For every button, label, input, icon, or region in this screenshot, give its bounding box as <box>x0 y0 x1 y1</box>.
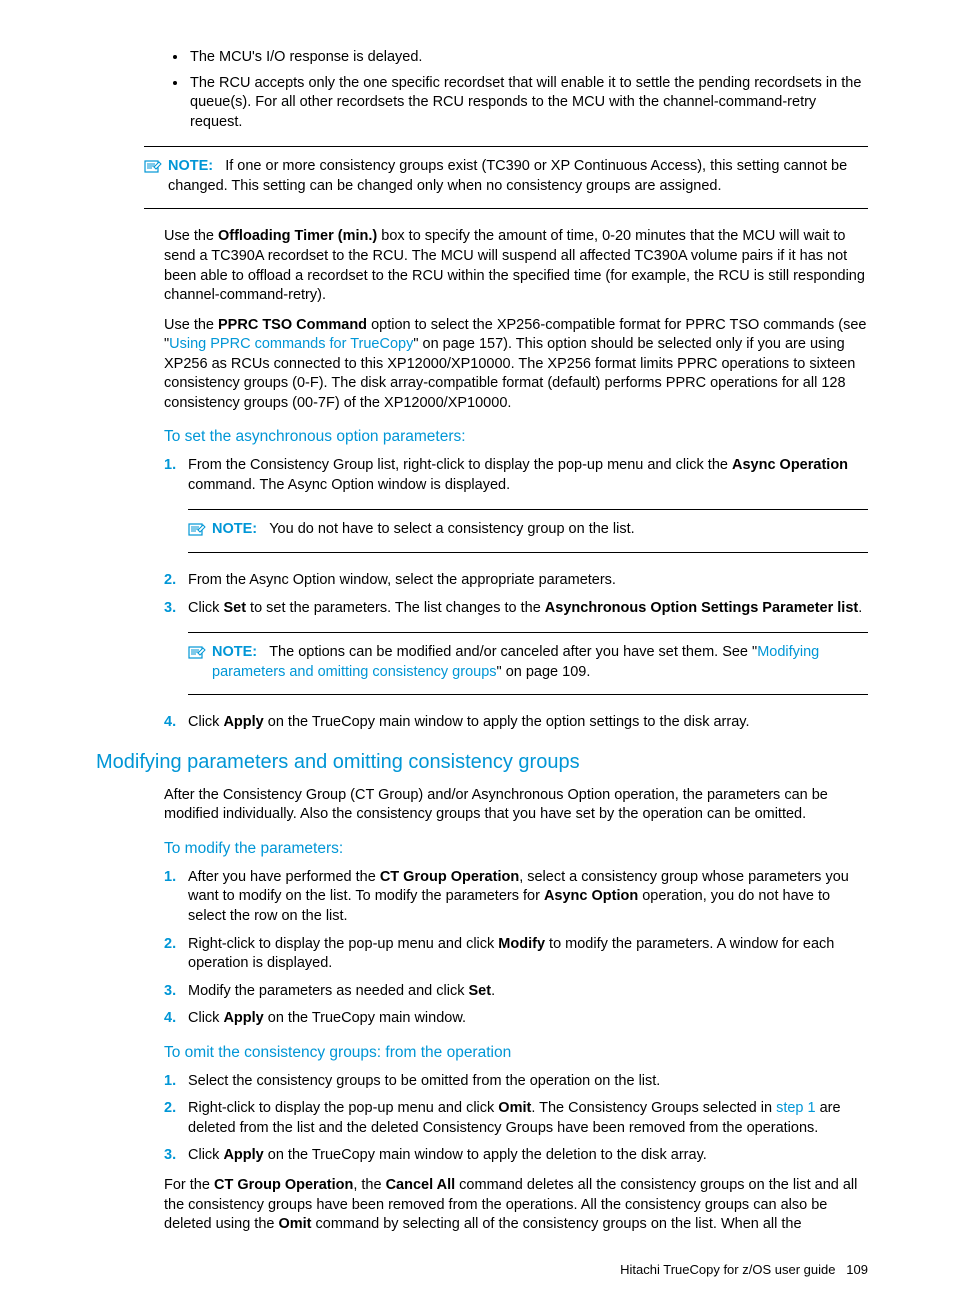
step-item: Modify the parameters as needed and clic… <box>164 982 868 1002</box>
text: Click <box>188 1147 223 1163</box>
bold-term: Offloading Timer (min.) <box>218 228 377 244</box>
note-text: NOTE: You do not have to select a consis… <box>212 520 868 540</box>
bold-term: Apply <box>223 1147 263 1163</box>
text: Use the <box>164 317 218 333</box>
bold-term: Modify <box>498 936 545 952</box>
bold-term: Set <box>223 600 246 616</box>
text: on the TrueCopy main window to apply the… <box>264 714 750 730</box>
note-label: NOTE: <box>212 521 257 537</box>
text: The options can be modified and/or cance… <box>269 644 757 660</box>
text: Use the <box>164 228 218 244</box>
bold-term: Omit <box>498 1100 531 1116</box>
text: Modify the parameters as needed and clic… <box>188 983 468 999</box>
ordered-steps: Select the consistency groups to be omit… <box>164 1072 868 1166</box>
cross-reference-link[interactable]: step 1 <box>776 1100 816 1116</box>
paragraph: Use the PPRC TSO Command option to selec… <box>164 316 868 414</box>
note-icon <box>188 522 206 538</box>
step-item: Click Apply on the TrueCopy main window … <box>164 1146 868 1166</box>
text: From the Consistency Group list, right-c… <box>188 457 732 473</box>
note-label: NOTE: <box>212 644 257 660</box>
step-item: Select the consistency groups to be omit… <box>164 1072 868 1092</box>
text: Click <box>188 714 223 730</box>
step-item: Right-click to display the pop-up menu a… <box>164 935 868 974</box>
step-item: After you have performed the CT Group Op… <box>164 868 868 927</box>
ordered-steps: From the Consistency Group list, right-c… <box>164 456 868 733</box>
text: on the TrueCopy main window. <box>264 1010 466 1026</box>
note-text: NOTE: If one or more consistency groups … <box>168 157 868 196</box>
bullet-item: The RCU accepts only the one specific re… <box>188 74 868 133</box>
text: command. The Async Option window is disp… <box>188 477 510 493</box>
note-content: You do not have to select a consistency … <box>269 521 634 537</box>
bold-term: Omit <box>278 1216 311 1232</box>
step-item: From the Consistency Group list, right-c… <box>164 456 868 553</box>
note-label: NOTE: <box>168 158 213 174</box>
note-box: NOTE: The options can be modified and/or… <box>188 632 868 695</box>
page-footer: Hitachi TrueCopy for z/OS user guide 109 <box>96 1261 868 1279</box>
text: Click <box>188 1010 223 1026</box>
step-item: Click Apply on the TrueCopy main window … <box>164 713 868 733</box>
step-item: Click Set to set the parameters. The lis… <box>164 599 868 696</box>
bullet-list: The MCU's I/O response is delayed. The R… <box>188 48 868 132</box>
note-text: NOTE: The options can be modified and/or… <box>212 643 868 682</box>
bold-term: Apply <box>223 714 263 730</box>
note-box: NOTE: If one or more consistency groups … <box>144 146 868 209</box>
ordered-steps: After you have performed the CT Group Op… <box>164 868 868 1029</box>
bold-term: PPRC TSO Command <box>218 317 367 333</box>
procedure-heading: To omit the consistency groups: from the… <box>164 1043 868 1064</box>
note-content: If one or more consistency groups exist … <box>168 158 847 194</box>
step-item: Click Apply on the TrueCopy main window. <box>164 1009 868 1029</box>
text: on the TrueCopy main window to apply the… <box>264 1147 707 1163</box>
footer-title: Hitachi TrueCopy for z/OS user guide <box>620 1262 835 1277</box>
text: Click <box>188 600 223 616</box>
note-icon <box>144 159 162 175</box>
text: to set the parameters. The list changes … <box>246 600 545 616</box>
paragraph: For the CT Group Operation, the Cancel A… <box>164 1176 868 1235</box>
bold-term: CT Group Operation <box>380 869 519 885</box>
text: After you have performed the <box>188 869 380 885</box>
text: " on page 109. <box>497 664 591 680</box>
procedure-heading: To modify the parameters: <box>164 839 868 860</box>
text: , the <box>353 1177 385 1193</box>
paragraph: After the Consistency Group (CT Group) a… <box>164 786 868 825</box>
bold-term: Set <box>468 983 491 999</box>
page-number: 109 <box>846 1262 868 1277</box>
bold-term: Asynchronous Option Settings Parameter l… <box>545 600 858 616</box>
bold-term: Apply <box>223 1010 263 1026</box>
text: Right-click to display the pop-up menu a… <box>188 1100 498 1116</box>
procedure-heading: To set the asynchronous option parameter… <box>164 427 868 448</box>
bold-term: CT Group Operation <box>214 1177 353 1193</box>
text: command by selecting all of the consiste… <box>312 1216 802 1232</box>
step-item: Right-click to display the pop-up menu a… <box>164 1099 868 1138</box>
text: For the <box>164 1177 214 1193</box>
bold-term: Async Operation <box>732 457 848 473</box>
bold-term: Async Option <box>544 888 638 904</box>
note-box: NOTE: You do not have to select a consis… <box>188 509 868 553</box>
note-icon <box>188 645 206 661</box>
paragraph: Use the Offloading Timer (min.) box to s… <box>164 227 868 305</box>
text: . The Consistency Groups selected in <box>531 1100 776 1116</box>
text: . <box>858 600 862 616</box>
section-heading: Modifying parameters and omitting consis… <box>96 749 868 776</box>
cross-reference-link[interactable]: Using PPRC commands for TrueCopy <box>169 336 413 352</box>
text: Right-click to display the pop-up menu a… <box>188 936 498 952</box>
step-item: From the Async Option window, select the… <box>164 571 868 591</box>
bold-term: Cancel All <box>386 1177 456 1193</box>
bullet-item: The MCU's I/O response is delayed. <box>188 48 868 68</box>
text: . <box>491 983 495 999</box>
